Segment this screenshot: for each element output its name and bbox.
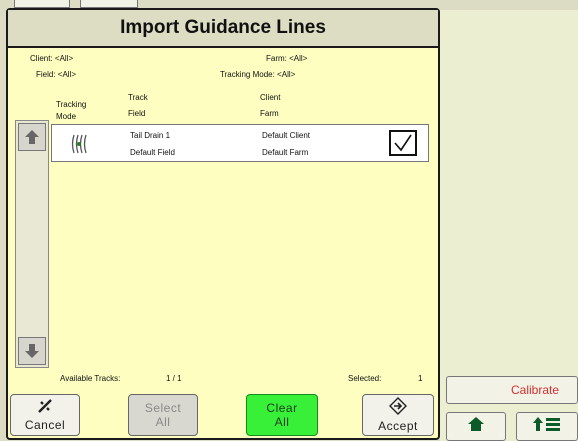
table-row[interactable]: Tail Drain 1 Default Field Default Clien… <box>51 124 429 162</box>
background-tab-left[interactable] <box>14 0 70 8</box>
home-button[interactable] <box>446 412 506 441</box>
column-header-client-farm: Client Farm <box>260 93 281 118</box>
row-client: Default Client <box>262 131 311 140</box>
accept-button[interactable]: Accept <box>362 394 434 436</box>
calibrate-button[interactable]: Calibrate <box>446 376 578 404</box>
available-tracks-value: 1 / 1 <box>166 374 182 383</box>
tracks-list: Tail Drain 1 Default Field Default Clien… <box>49 122 434 367</box>
selected-value: 1 <box>418 374 423 383</box>
arrow-down-icon[interactable] <box>18 337 46 365</box>
selected-label: Selected: <box>348 374 382 383</box>
home-icon <box>467 416 485 437</box>
select-all-button[interactable]: Select All <box>128 394 198 436</box>
background-tab-right[interactable] <box>80 0 138 8</box>
scrollbar[interactable] <box>15 120 49 368</box>
filter-tracking-mode: Tracking Mode: <All> <box>220 70 296 79</box>
import-guidance-dialog: Import Guidance Lines Client: <All> Fiel… <box>6 8 440 440</box>
column-header-track-field: Track Field <box>128 93 148 118</box>
column-header-tracking-mode: Tracking Mode <box>56 100 87 121</box>
row-checkbox[interactable] <box>389 130 417 156</box>
dialog-title: Import Guidance Lines <box>8 10 438 48</box>
cancel-icon <box>37 398 53 418</box>
filter-farm: Farm: <All> <box>266 54 308 63</box>
curve-track-icon <box>70 133 92 157</box>
filter-field: Field: <All> <box>36 70 77 79</box>
menu-icon <box>532 416 562 437</box>
filter-client: Client: <All> <box>30 54 74 63</box>
menu-button[interactable] <box>516 412 578 441</box>
row-field: Default Field <box>130 148 175 157</box>
row-track: Tail Drain 1 <box>130 131 171 140</box>
clear-all-button[interactable]: Clear All <box>246 394 318 436</box>
accept-icon <box>389 397 407 419</box>
arrow-up-icon[interactable] <box>18 123 46 151</box>
available-tracks-label: Available Tracks: <box>60 374 121 383</box>
row-farm: Default Farm <box>262 148 309 157</box>
cancel-button[interactable]: Cancel <box>10 394 80 436</box>
